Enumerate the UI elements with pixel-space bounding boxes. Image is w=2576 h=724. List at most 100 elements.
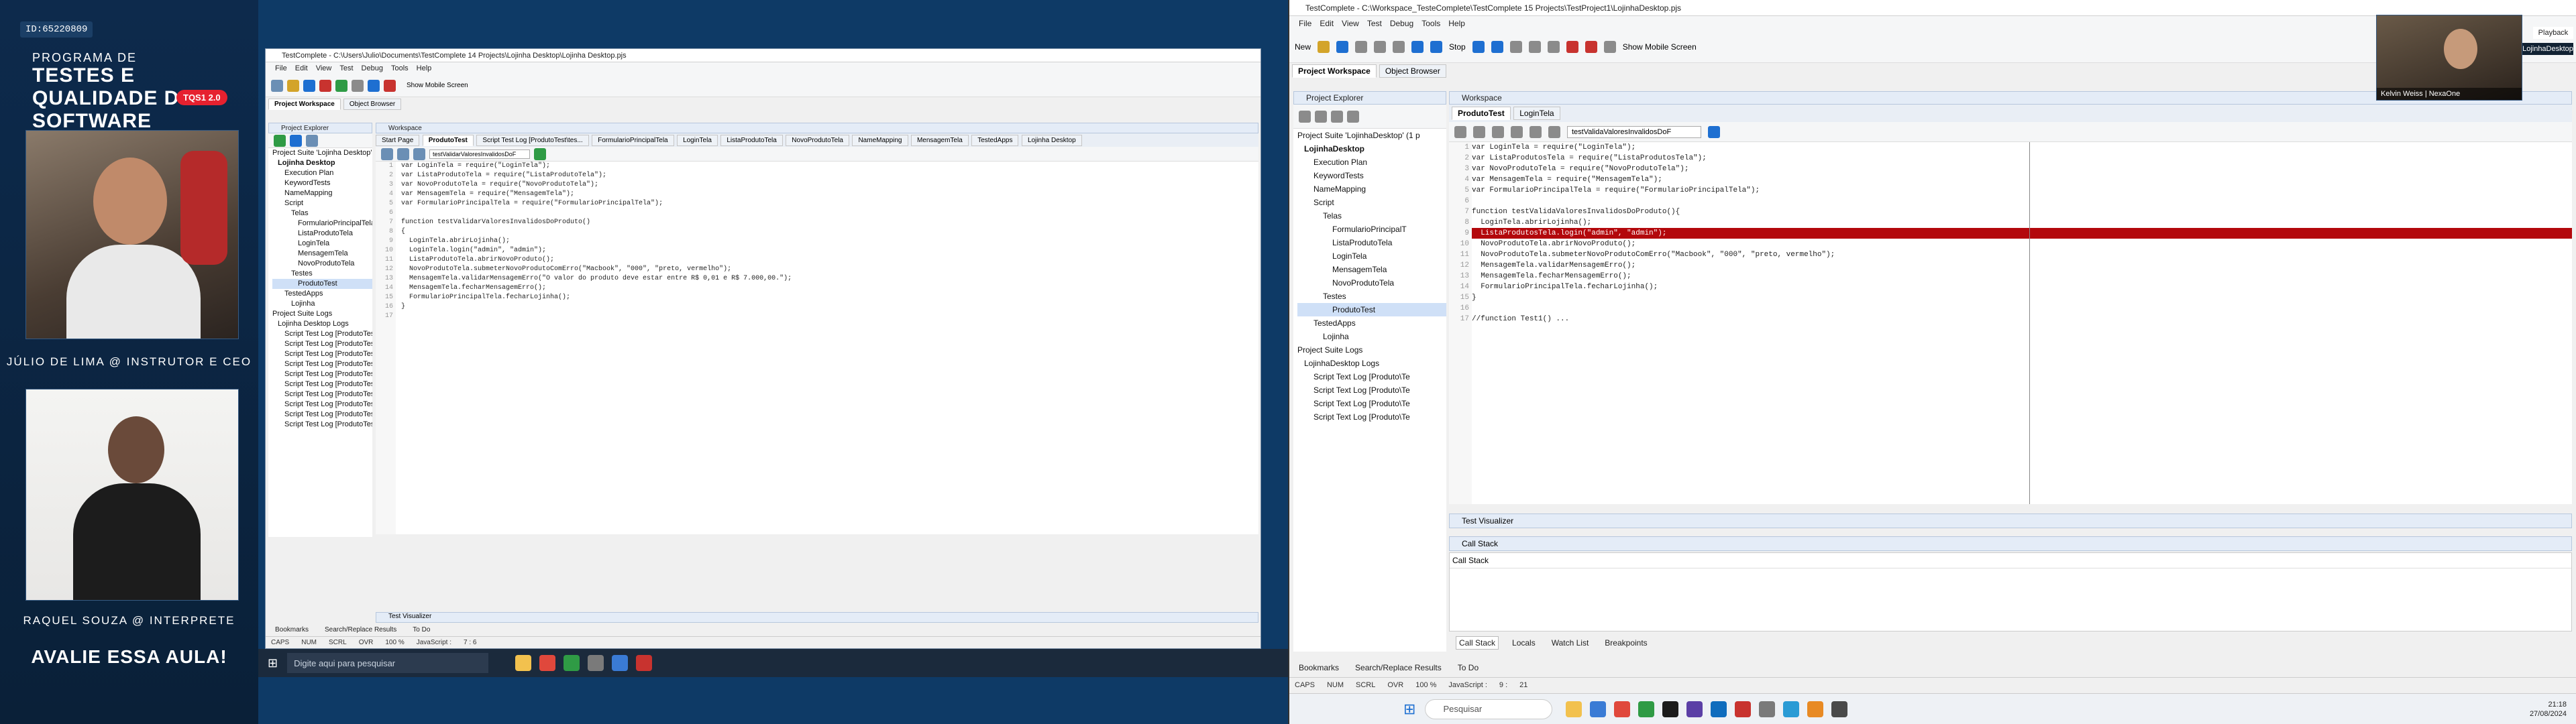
tab-bookmarks[interactable]: Bookmarks [272, 625, 311, 635]
tree-item[interactable]: LoginTela [1297, 249, 1446, 263]
vscode-icon[interactable] [1686, 701, 1703, 717]
editor-tab[interactable]: NovoProdutoTela [786, 135, 849, 146]
local-search-box[interactable]: Pesquisar [1425, 699, 1553, 719]
tree-item[interactable]: Script Text Log [Produto\Te [1297, 397, 1446, 410]
tab-breakpoints[interactable]: Breakpoints [1602, 637, 1650, 649]
properties-icon[interactable] [306, 134, 318, 147]
code-line[interactable]: MensagemTela.fecharMensagemErro(); [401, 284, 792, 293]
tree-item[interactable]: Project Suite Logs [1297, 343, 1446, 357]
step-out-icon[interactable] [1547, 40, 1560, 53]
code-line[interactable]: function testValidaValoresInvalidosDoPro… [1472, 206, 2572, 217]
app-icon[interactable] [1735, 701, 1752, 717]
tree-item[interactable]: Project Suite 'Lojinha Desktop' (1 proje… [272, 148, 372, 158]
terminal-icon[interactable] [1662, 701, 1679, 717]
editor-tab[interactable]: Start Page [376, 135, 420, 146]
code-line[interactable]: NovoProdutoTela.submeterNovoProdutoComEr… [1472, 249, 2572, 260]
tree-item[interactable]: Script Text Log [Produto\Te [1297, 410, 1446, 424]
menu-tools[interactable]: Tools [391, 64, 409, 72]
outdent-icon[interactable] [397, 147, 409, 160]
tree-item[interactable]: Script Test Log [ProdutoTest\t... [272, 400, 372, 410]
tree-item[interactable]: Lojinha Desktop Logs [272, 319, 372, 329]
code-line[interactable]: MensagemTela.validarMensagemErro(); [1472, 260, 2572, 271]
code-line[interactable]: FormularioPrincipalTela.fecharLojinha(); [401, 293, 792, 302]
code-line[interactable]: MensagemTela.validarMensagemErro("O valo… [401, 274, 792, 284]
tab-search-replace[interactable]: Search/Replace Results [1352, 662, 1444, 674]
file-explorer-icon[interactable] [515, 655, 532, 671]
tree-item[interactable]: NameMapping [1297, 182, 1446, 196]
tab-bookmarks[interactable]: Bookmarks [1296, 662, 1342, 674]
menu-file[interactable]: File [275, 64, 287, 72]
code-line[interactable]: var FormularioPrincipalTela = require("F… [1472, 185, 2572, 196]
tab-watch-list[interactable]: Watch List [1549, 637, 1592, 649]
tree-item[interactable]: MensagemTela [272, 249, 372, 259]
tree-item[interactable]: MensagemTela [1297, 263, 1446, 276]
editor-tab[interactable]: LoginTela [1513, 107, 1560, 120]
windows-start-icon[interactable]: ⊞ [1403, 701, 1415, 718]
code-line[interactable]: MensagemTela.fecharMensagemErro(); [1472, 271, 2572, 282]
code-line[interactable]: FormularioPrincipalTela.fecharLojinha(); [1472, 282, 2572, 292]
run-icon[interactable] [1411, 40, 1424, 53]
code-line[interactable] [1472, 196, 2572, 206]
code-line[interactable]: { [401, 227, 792, 237]
undo-icon[interactable] [1393, 40, 1405, 53]
tree-item[interactable]: Execution Plan [1297, 156, 1446, 169]
tree-item[interactable]: KeywordTests [272, 178, 372, 188]
menu-help[interactable]: Help [417, 64, 432, 72]
indent-icon[interactable] [1454, 125, 1466, 138]
code-line[interactable]: var LoginTela = require("LoginTela"); [1472, 142, 2572, 153]
tab-project-workspace[interactable]: Project Workspace [268, 99, 341, 110]
tree-item[interactable]: Project Suite Logs [272, 309, 372, 319]
tree-item[interactable]: ListaProdutoTela [1297, 236, 1446, 249]
chrome-icon[interactable] [539, 655, 556, 671]
debug-icon[interactable] [384, 79, 396, 92]
tree-item[interactable]: ProdutoTest [272, 279, 372, 289]
tree-item[interactable]: Script [1297, 196, 1446, 209]
teams-icon[interactable] [1711, 701, 1727, 717]
code-line[interactable]: var MensagemTela = require("MensagemTela… [1472, 174, 2572, 185]
spy-icon[interactable] [1585, 40, 1597, 53]
pause-icon[interactable] [1491, 40, 1503, 53]
tree-item[interactable]: Lojinha [1297, 330, 1446, 343]
code-line[interactable]: NovoProdutoTela.submeterNovoProdutoComEr… [401, 265, 792, 274]
menu-view[interactable]: View [1342, 19, 1359, 28]
tree-item[interactable]: KeywordTests [1297, 169, 1446, 182]
new-icon[interactable] [271, 79, 283, 92]
tab-todo[interactable]: To Do [410, 625, 433, 635]
code-line[interactable]: LoginTela.login("admin", "admin"); [401, 246, 792, 255]
testcomplete-icon[interactable] [564, 655, 580, 671]
stop-icon[interactable] [1430, 40, 1443, 53]
tree-item[interactable]: Script Test Log [ProdutoTest\t... [272, 420, 372, 430]
run-icon[interactable] [335, 79, 347, 92]
tree-item[interactable]: Script [272, 198, 372, 208]
editor-tab[interactable]: ProdutoTest [422, 135, 474, 146]
code-line[interactable]: var ListaProdutosTela = require("ListaPr… [1472, 153, 2572, 164]
local-code-editor[interactable]: 1 2 3 4 5 6 7 8 9 10 11 12 13 14 15 16 17 var LoginTela … [1449, 142, 2572, 504]
add-icon[interactable] [274, 134, 286, 147]
code-line[interactable]: var NovoProdutoTela = require("NovoProdu… [401, 180, 792, 190]
delete-icon[interactable] [319, 79, 331, 92]
new-button[interactable]: New [1295, 42, 1311, 52]
app-icon[interactable] [1807, 701, 1824, 717]
code-area[interactable]: var LoginTela = require("LoginTela"); var… [1472, 142, 2572, 504]
tree-item[interactable]: Script Test Log [ProdutoTest\t... [272, 369, 372, 379]
app-icon[interactable] [612, 655, 629, 671]
code-line[interactable]: var FormularioPrincipalTela = require("F… [401, 199, 792, 208]
playback-label[interactable]: Playback [2533, 27, 2573, 39]
app-icon[interactable] [636, 655, 653, 671]
tree-item[interactable]: Script Test Log [ProdutoTest\t... [272, 410, 372, 420]
tree-item[interactable]: Lojinha Desktop [272, 158, 372, 168]
forward-icon[interactable] [1548, 125, 1560, 138]
tree-item[interactable]: TestedApps [272, 289, 372, 299]
file-explorer-icon[interactable] [1566, 701, 1582, 717]
remote-code-editor[interactable]: 1 2 3 4 5 6 7 8 9 10 11 12 13 14 15 16 17 var LoginTela … [376, 162, 1258, 534]
remote-test-visualizer[interactable]: Test Visualizer [376, 612, 1258, 623]
editor-tab[interactable]: Lojinha Desktop [1021, 135, 1082, 146]
run-function-icon[interactable] [534, 147, 546, 160]
remote-search-box[interactable]: Digite aqui para pesquisar [287, 653, 489, 673]
show-mobile-screen[interactable]: Show Mobile Screen [1623, 42, 1697, 52]
edge-icon[interactable] [1590, 701, 1607, 717]
tree-item[interactable]: ListaProdutoTela [272, 229, 372, 239]
code-line[interactable]: } [1472, 292, 2572, 303]
tree-item[interactable]: FormularioPrincipalT [1297, 223, 1446, 236]
menu-debug[interactable]: Debug [1390, 19, 1413, 28]
